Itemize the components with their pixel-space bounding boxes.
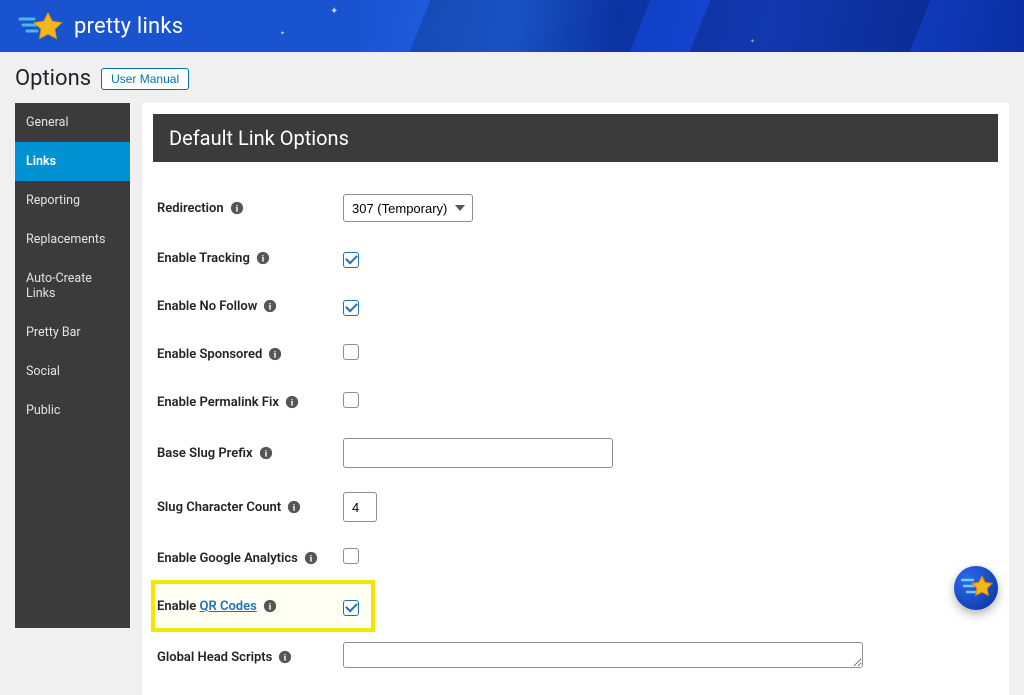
row-enable-nofollow: Enable No Follow i	[153, 282, 998, 330]
sidebar-item-auto-create-links[interactable]: Auto-Create Links	[15, 259, 130, 313]
info-icon[interactable]: i	[256, 251, 270, 265]
sidebar-item-replacements[interactable]: Replacements	[15, 220, 130, 259]
redirection-select[interactable]: 307 (Temporary)	[343, 194, 473, 222]
info-icon[interactable]: i	[230, 201, 244, 215]
label-global-head-scripts: Global Head Scripts	[157, 650, 272, 665]
hero-banner: ✦ ✦ ✦ pretty links	[0, 0, 1024, 52]
enable-qr-codes-checkbox[interactable]	[343, 600, 359, 616]
svg-text:i: i	[262, 254, 265, 265]
sidebar-item-label: Replacements	[26, 232, 105, 247]
help-fab-button[interactable]	[954, 566, 998, 610]
sidebar-item-general[interactable]: General	[15, 103, 130, 142]
sidebar-item-label: Auto-Create Links	[26, 271, 92, 301]
sidebar-item-label: Links	[26, 154, 56, 169]
sidebar-item-label: Public	[26, 403, 60, 418]
svg-text:i: i	[310, 554, 313, 565]
brand-logo: pretty links	[18, 11, 183, 41]
info-icon[interactable]: i	[285, 395, 299, 409]
label-slug-char-count: Slug Character Count	[157, 500, 281, 515]
svg-text:i: i	[284, 653, 287, 664]
row-enable-permalink-fix: Enable Permalink Fix i	[153, 378, 998, 426]
label-enable-nofollow: Enable No Follow	[157, 299, 257, 314]
brand-logo-icon	[18, 11, 64, 41]
sidebar-item-reporting[interactable]: Reporting	[15, 181, 130, 220]
sidebar-item-social[interactable]: Social	[15, 352, 130, 391]
info-icon[interactable]: i	[263, 299, 277, 313]
row-enable-ga: Enable Google Analytics i	[153, 534, 998, 582]
svg-text:i: i	[293, 503, 296, 514]
page-title-row: Options User Manual	[0, 52, 1024, 103]
enable-sponsored-checkbox[interactable]	[343, 344, 359, 360]
label-enable-tracking: Enable Tracking	[157, 251, 250, 266]
global-head-scripts-textarea[interactable]	[343, 642, 863, 668]
page-title: Options	[15, 66, 91, 91]
svg-text:i: i	[269, 302, 272, 313]
label-enable-sponsored: Enable Sponsored	[157, 347, 262, 362]
enable-ga-checkbox[interactable]	[343, 548, 359, 564]
enable-nofollow-checkbox[interactable]	[343, 300, 359, 316]
qr-codes-link[interactable]: QR Codes	[200, 599, 257, 614]
base-slug-prefix-input[interactable]	[343, 438, 613, 468]
info-icon[interactable]: i	[268, 347, 282, 361]
svg-text:i: i	[264, 449, 267, 460]
sidebar-item-public[interactable]: Public	[15, 391, 130, 430]
label-enable-ga: Enable Google Analytics	[157, 551, 298, 566]
sidebar-item-label: General	[26, 115, 69, 130]
brand-name: pretty links	[74, 14, 183, 39]
info-icon[interactable]: i	[259, 446, 273, 460]
label-base-slug-prefix: Base Slug Prefix	[157, 446, 253, 461]
row-enable-sponsored: Enable Sponsored i	[153, 330, 998, 378]
slug-char-count-input[interactable]	[343, 492, 377, 522]
info-icon[interactable]: i	[278, 650, 292, 664]
settings-panel: Default Link Options Redirection i 307 (…	[142, 103, 1009, 695]
info-icon[interactable]: i	[263, 599, 277, 613]
sidebar-item-label: Social	[26, 364, 60, 379]
row-base-slug-prefix: Base Slug Prefix i	[153, 426, 998, 480]
sidebar-item-pretty-bar[interactable]: Pretty Bar	[15, 313, 130, 352]
info-icon[interactable]: i	[304, 551, 318, 565]
enable-tracking-checkbox[interactable]	[343, 252, 359, 268]
svg-text:i: i	[235, 204, 238, 215]
row-global-head-scripts: Global Head Scripts i	[153, 630, 998, 684]
sidebar-item-label: Reporting	[26, 193, 80, 208]
svg-text:i: i	[291, 398, 294, 409]
settings-sidebar: General Links Reporting Replacements Aut…	[15, 103, 130, 628]
svg-text:i: i	[274, 350, 277, 361]
row-enable-tracking: Enable Tracking i	[153, 234, 998, 282]
label-redirection: Redirection	[157, 201, 224, 216]
panel-heading: Default Link Options	[153, 114, 998, 162]
svg-text:i: i	[268, 602, 271, 613]
row-slug-char-count: Slug Character Count i	[153, 480, 998, 534]
info-icon[interactable]: i	[287, 500, 301, 514]
label-enable-qr-codes: Enable QR Codes	[157, 599, 257, 614]
row-enable-qr-codes: Enable QR Codes i	[153, 582, 373, 630]
row-redirection: Redirection i 307 (Temporary)	[153, 182, 998, 234]
sidebar-item-links[interactable]: Links	[15, 142, 130, 181]
sidebar-item-label: Pretty Bar	[26, 325, 81, 340]
label-enable-permalink-fix: Enable Permalink Fix	[157, 395, 279, 410]
user-manual-button[interactable]: User Manual	[101, 68, 189, 90]
enable-permalink-fix-checkbox[interactable]	[343, 392, 359, 408]
